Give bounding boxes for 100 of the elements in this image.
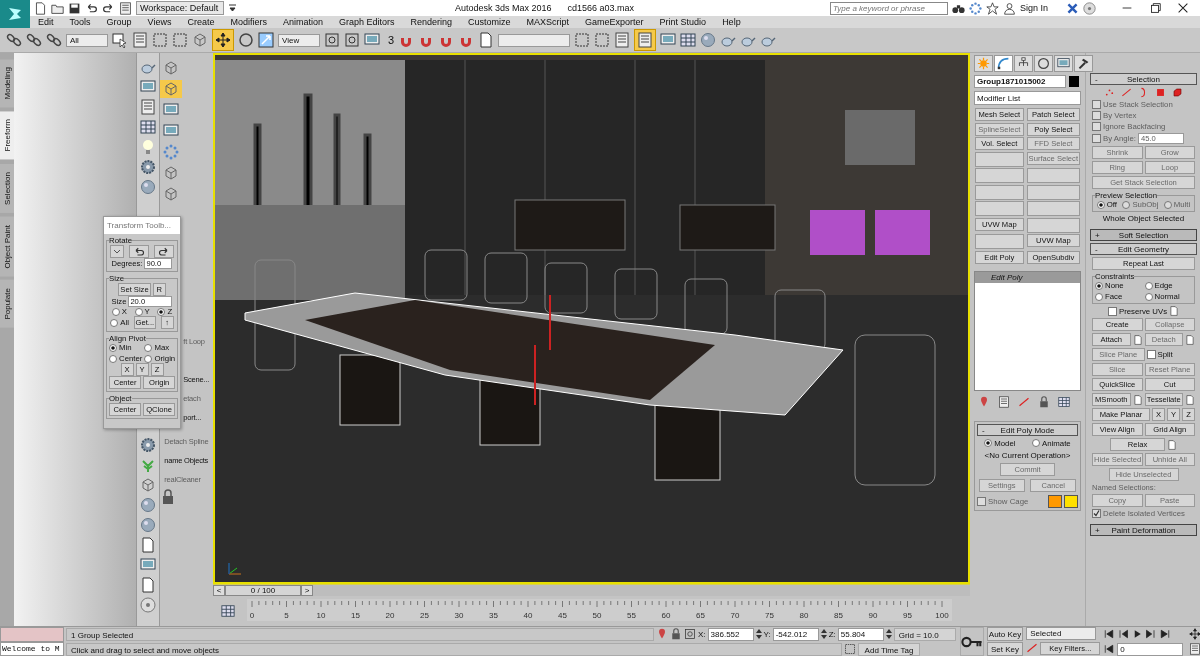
radio-button[interactable] (157, 307, 166, 316)
save-icon[interactable] (68, 1, 81, 15)
select-object-icon[interactable] (112, 32, 128, 48)
selection-lock-icon[interactable] (670, 628, 682, 640)
settings-icon[interactable] (1185, 394, 1195, 405)
next-frame-icon[interactable] (1145, 628, 1158, 640)
rollout-toggle[interactable]: - (1095, 244, 1098, 255)
radio-button[interactable] (1096, 200, 1105, 209)
coordinate-field[interactable]: 55.804 (837, 627, 884, 641)
ribbon-tab[interactable]: Freeform (0, 111, 14, 160)
menu-item[interactable]: Group (98, 16, 140, 28)
settings-icon[interactable] (1169, 306, 1180, 316)
stack-item[interactable]: Edit Poly (975, 271, 1080, 283)
menu-item[interactable]: Rendering (402, 16, 461, 28)
rollout-header[interactable]: - Edit Poly Mode (977, 423, 1078, 436)
table-icon[interactable] (140, 119, 157, 135)
cage-color-swatch[interactable] (1048, 494, 1062, 508)
radio-button[interactable] (109, 343, 117, 352)
next-frame-button[interactable]: > (301, 585, 313, 597)
rollout-toggle[interactable]: - (1095, 74, 1098, 85)
radio-button[interactable] (1144, 292, 1153, 301)
ribbon-tab[interactable]: Modeling (0, 59, 14, 108)
radio-button[interactable] (134, 307, 143, 316)
schematic-view-icon[interactable] (680, 32, 697, 48)
settings-icon[interactable] (1132, 394, 1143, 405)
rollout-header[interactable]: + Paint Deformation (1090, 524, 1197, 536)
new-file-icon[interactable] (34, 1, 47, 15)
vertex-icon[interactable] (1104, 87, 1115, 98)
material-editor-icon[interactable] (700, 32, 717, 48)
edit-named-selection-icon[interactable] (478, 32, 495, 48)
radio-button[interactable] (111, 307, 120, 316)
bind-icon[interactable] (46, 32, 62, 48)
dotted-circle-icon[interactable] (163, 144, 180, 160)
go-to-start-icon[interactable] (1103, 628, 1116, 640)
rollout-header[interactable]: - Selection (1090, 73, 1197, 85)
app-logo-icon[interactable] (0, 0, 30, 28)
scene-explorer-button[interactable] (634, 29, 657, 51)
radio-button[interactable] (144, 354, 153, 363)
empty-modifier-button[interactable] (1026, 217, 1080, 233)
sphere-icon[interactable] (140, 517, 157, 533)
track-bar-icon[interactable] (221, 604, 235, 618)
radio-button[interactable] (1095, 292, 1103, 301)
workspace-dropdown[interactable]: Workspace: Default (136, 1, 224, 15)
modifier-list-dropdown[interactable]: Modifier List (974, 91, 1081, 105)
key-mode-icon[interactable] (1103, 643, 1116, 655)
star-icon[interactable] (985, 1, 999, 15)
element-icon[interactable] (1172, 87, 1183, 98)
monitor-icon[interactable] (163, 123, 180, 139)
menu-item[interactable]: Animation (274, 16, 331, 28)
coordinate-field[interactable]: -542.012 (772, 627, 819, 641)
orbit-icon[interactable] (1189, 628, 1200, 640)
empty-modifier-button[interactable] (975, 184, 1024, 200)
reference-coordinate-dropdown[interactable]: View (278, 33, 320, 47)
mirror-icon[interactable] (574, 32, 591, 48)
configure-sets-icon[interactable] (1058, 395, 1070, 408)
cube-icon[interactable] (163, 186, 180, 202)
radio-button[interactable] (110, 318, 119, 327)
track-bar[interactable] (247, 599, 952, 621)
object-color-swatch[interactable] (1069, 76, 1079, 87)
project-icon[interactable] (119, 1, 132, 15)
link-icon[interactable] (6, 32, 22, 48)
gear-icon[interactable] (140, 159, 157, 175)
document-icon[interactable] (140, 577, 157, 593)
ribbon-tab[interactable]: Object Paint (0, 216, 14, 277)
time-config-icon[interactable] (1189, 643, 1200, 655)
settings-icon[interactable] (1132, 334, 1143, 345)
previous-frame-icon[interactable] (1117, 628, 1130, 640)
command-panel-tab[interactable] (1014, 55, 1033, 72)
command-panel-tab[interactable] (1034, 55, 1053, 72)
polygon-icon[interactable] (1155, 87, 1166, 98)
radio-button[interactable] (1144, 281, 1153, 290)
key-mode-dropdown[interactable]: Selected (1026, 627, 1097, 640)
colored-object-icon[interactable] (163, 81, 180, 97)
window-icon[interactable] (140, 79, 157, 95)
manipulate-icon[interactable] (344, 32, 360, 48)
current-frame-field[interactable]: 0 (1117, 642, 1184, 656)
menu-item[interactable]: MAXScript (518, 16, 578, 28)
auto-key-button[interactable]: Auto Key (986, 627, 1024, 641)
redo-icon[interactable] (102, 1, 115, 15)
ribbon-tab[interactable]: Selection (0, 163, 14, 213)
listener-input-field[interactable] (0, 627, 64, 642)
curve-editor-icon[interactable] (660, 32, 677, 48)
go-to-end-icon[interactable] (1159, 628, 1172, 640)
rollout-header[interactable]: + Soft Selection (1090, 229, 1197, 241)
time-slider-handle[interactable]: 0 / 100 (225, 585, 301, 597)
menu-item[interactable]: Create (179, 16, 223, 28)
cage-color-swatch[interactable] (1064, 494, 1078, 508)
user-icon[interactable] (1002, 1, 1016, 15)
previous-frame-button[interactable]: < (213, 585, 225, 597)
rollout-toggle[interactable]: + (1095, 230, 1100, 241)
radio-button[interactable] (984, 439, 993, 447)
menu-item[interactable]: Modifiers (222, 16, 275, 28)
radio-button[interactable] (144, 343, 153, 352)
empty-modifier-button[interactable] (1026, 168, 1080, 183)
radio-button[interactable] (109, 354, 117, 363)
time-tag-icon[interactable] (844, 643, 856, 655)
empty-modifier-button[interactable] (975, 168, 1024, 183)
remove-modifier-icon[interactable] (1038, 395, 1050, 408)
select-by-name-icon[interactable] (132, 32, 148, 48)
sign-in-button[interactable]: Sign In (1019, 3, 1062, 13)
